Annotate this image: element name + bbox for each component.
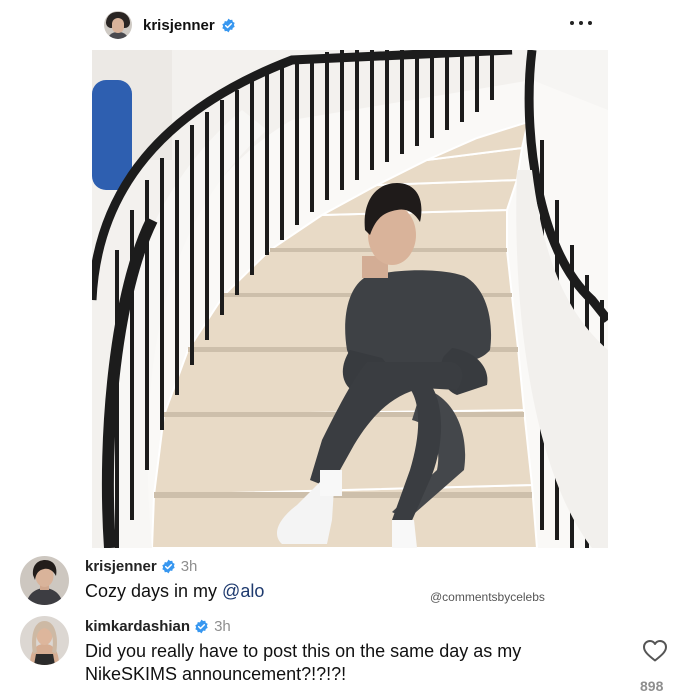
verified-badge-icon xyxy=(222,18,235,32)
verified-badge-icon xyxy=(195,619,208,633)
comment-timestamp: 3h xyxy=(180,557,198,575)
commenter-avatar-krisjenner[interactable] xyxy=(20,556,69,605)
post-author-avatar[interactable] xyxy=(104,11,132,39)
comment-text: Cozy days in my @alo xyxy=(85,580,264,603)
comment-text-part: Cozy days in my xyxy=(85,581,223,601)
heart-outline-icon[interactable] xyxy=(642,639,668,663)
avatar-image xyxy=(20,556,69,605)
commenter-avatar-kimkardashian[interactable] xyxy=(20,616,69,665)
comment-text-line: Did you really have to post this on the … xyxy=(85,641,522,661)
comment-meta: kimkardashian 3h xyxy=(85,616,521,636)
post-photo[interactable] xyxy=(92,50,608,548)
comment-username[interactable]: kimkardashian xyxy=(85,618,190,635)
more-options-icon[interactable] xyxy=(570,16,592,30)
post-header: krisjenner xyxy=(92,0,608,50)
comment-text-line: NikeSKIMS announcement?!?!?! xyxy=(85,664,347,684)
comment-content: kimkardashian 3h Did you really have to … xyxy=(85,616,521,686)
comment-username[interactable]: krisjenner xyxy=(85,558,157,575)
comment-text: Did you really have to post this on the … xyxy=(85,640,521,686)
comment-item: kimkardashian 3h Did you really have to … xyxy=(20,616,521,686)
watermark-text: @commentsbycelebs xyxy=(430,590,545,604)
mention-link[interactable]: @alo xyxy=(222,581,264,601)
verified-badge-icon xyxy=(162,559,175,573)
post-author-username[interactable]: krisjenner xyxy=(143,17,215,34)
comment-content: krisjenner 3h Cozy days in my @alo xyxy=(85,556,264,605)
comment-like-count: 898 xyxy=(640,678,664,694)
comment-meta: krisjenner 3h xyxy=(85,556,264,576)
staircase-photo-illustration xyxy=(92,50,608,548)
comment-item: krisjenner 3h Cozy days in my @alo xyxy=(20,556,264,605)
comment-timestamp: 3h xyxy=(214,617,231,635)
avatar-image xyxy=(20,616,69,665)
